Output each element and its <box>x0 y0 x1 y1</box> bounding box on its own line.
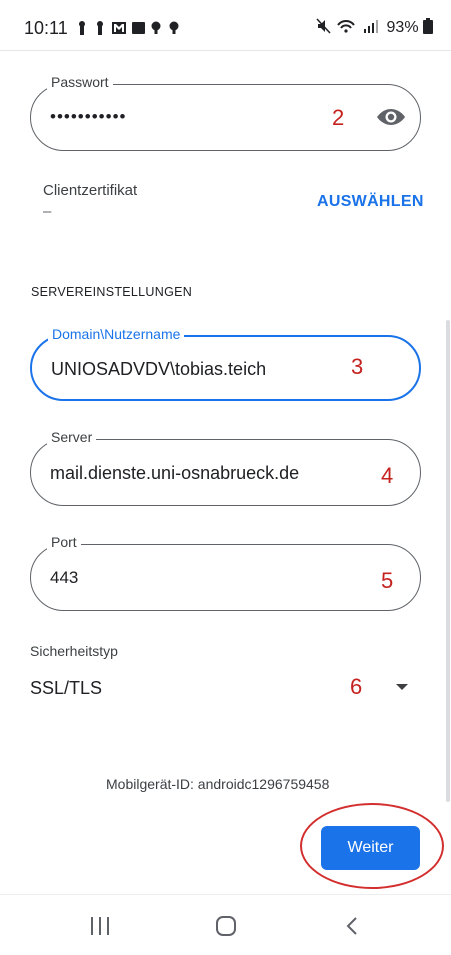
domain-username-value[interactable]: UNIOSADVDV\tobias.teich <box>51 359 266 380</box>
port-field[interactable]: Port 443 5 <box>30 534 421 611</box>
annotation-4: 4 <box>381 463 394 488</box>
battery-icon <box>423 18 433 34</box>
recent-apps-icon[interactable] <box>90 917 110 940</box>
status-divider <box>0 50 451 51</box>
navigation-bar <box>0 894 451 955</box>
password-field[interactable]: Passwort ••••••••••• 2 <box>30 74 421 151</box>
back-icon[interactable] <box>346 916 358 941</box>
server-value[interactable]: mail.dienste.uni-osnabrueck.de <box>50 463 299 484</box>
annotation-6: 6 <box>350 674 363 699</box>
domain-username-field[interactable]: Domain\Nutzername UNIOSADVDV\tobias.teic… <box>30 326 421 401</box>
server-label: Server <box>47 429 97 445</box>
status-time: 10:11 <box>24 18 68 38</box>
home-icon[interactable] <box>215 915 237 942</box>
password-value[interactable]: ••••••••••• <box>50 107 126 127</box>
server-field[interactable]: Server mail.dienste.uni-osnabrueck.de 4 <box>30 429 421 506</box>
system-icons: 93% <box>316 18 433 37</box>
annotation-2: 2 <box>332 105 345 130</box>
notification-icons <box>76 20 188 39</box>
next-button-label: Weiter <box>347 839 394 856</box>
battery-percent: 93% <box>386 19 419 36</box>
password-label: Passwort <box>47 74 113 90</box>
scrollbar[interactable] <box>446 320 450 802</box>
port-label: Port <box>47 534 81 550</box>
next-button[interactable]: Weiter <box>321 826 420 870</box>
client-cert-value: – <box>43 203 52 220</box>
device-id: Mobilgerät-ID: androidc1296759458 <box>106 776 330 792</box>
security-type-value: SSL/TLS <box>30 678 103 698</box>
security-type-dropdown[interactable]: SSL/TLS 6 <box>30 670 421 706</box>
section-header: SERVEREINSTELLUNGEN <box>31 285 193 299</box>
annotation-5: 5 <box>381 568 394 593</box>
mute-wifi-signal-icons <box>316 18 379 34</box>
eye-icon[interactable] <box>376 106 406 133</box>
client-cert-label: Clientzertifikat <box>43 182 138 199</box>
notification-icons-svg <box>79 21 179 35</box>
security-type-label: Sicherheitstyp <box>30 643 118 659</box>
status-bar: 10:11 93% <box>0 0 451 50</box>
port-value[interactable]: 443 <box>50 568 78 588</box>
domain-username-label: Domain\Nutzername <box>48 326 185 342</box>
select-certificate-button[interactable]: AUSWÄHLEN <box>317 193 424 211</box>
annotation-3: 3 <box>351 354 364 379</box>
dropdown-arrow-icon <box>395 678 409 696</box>
